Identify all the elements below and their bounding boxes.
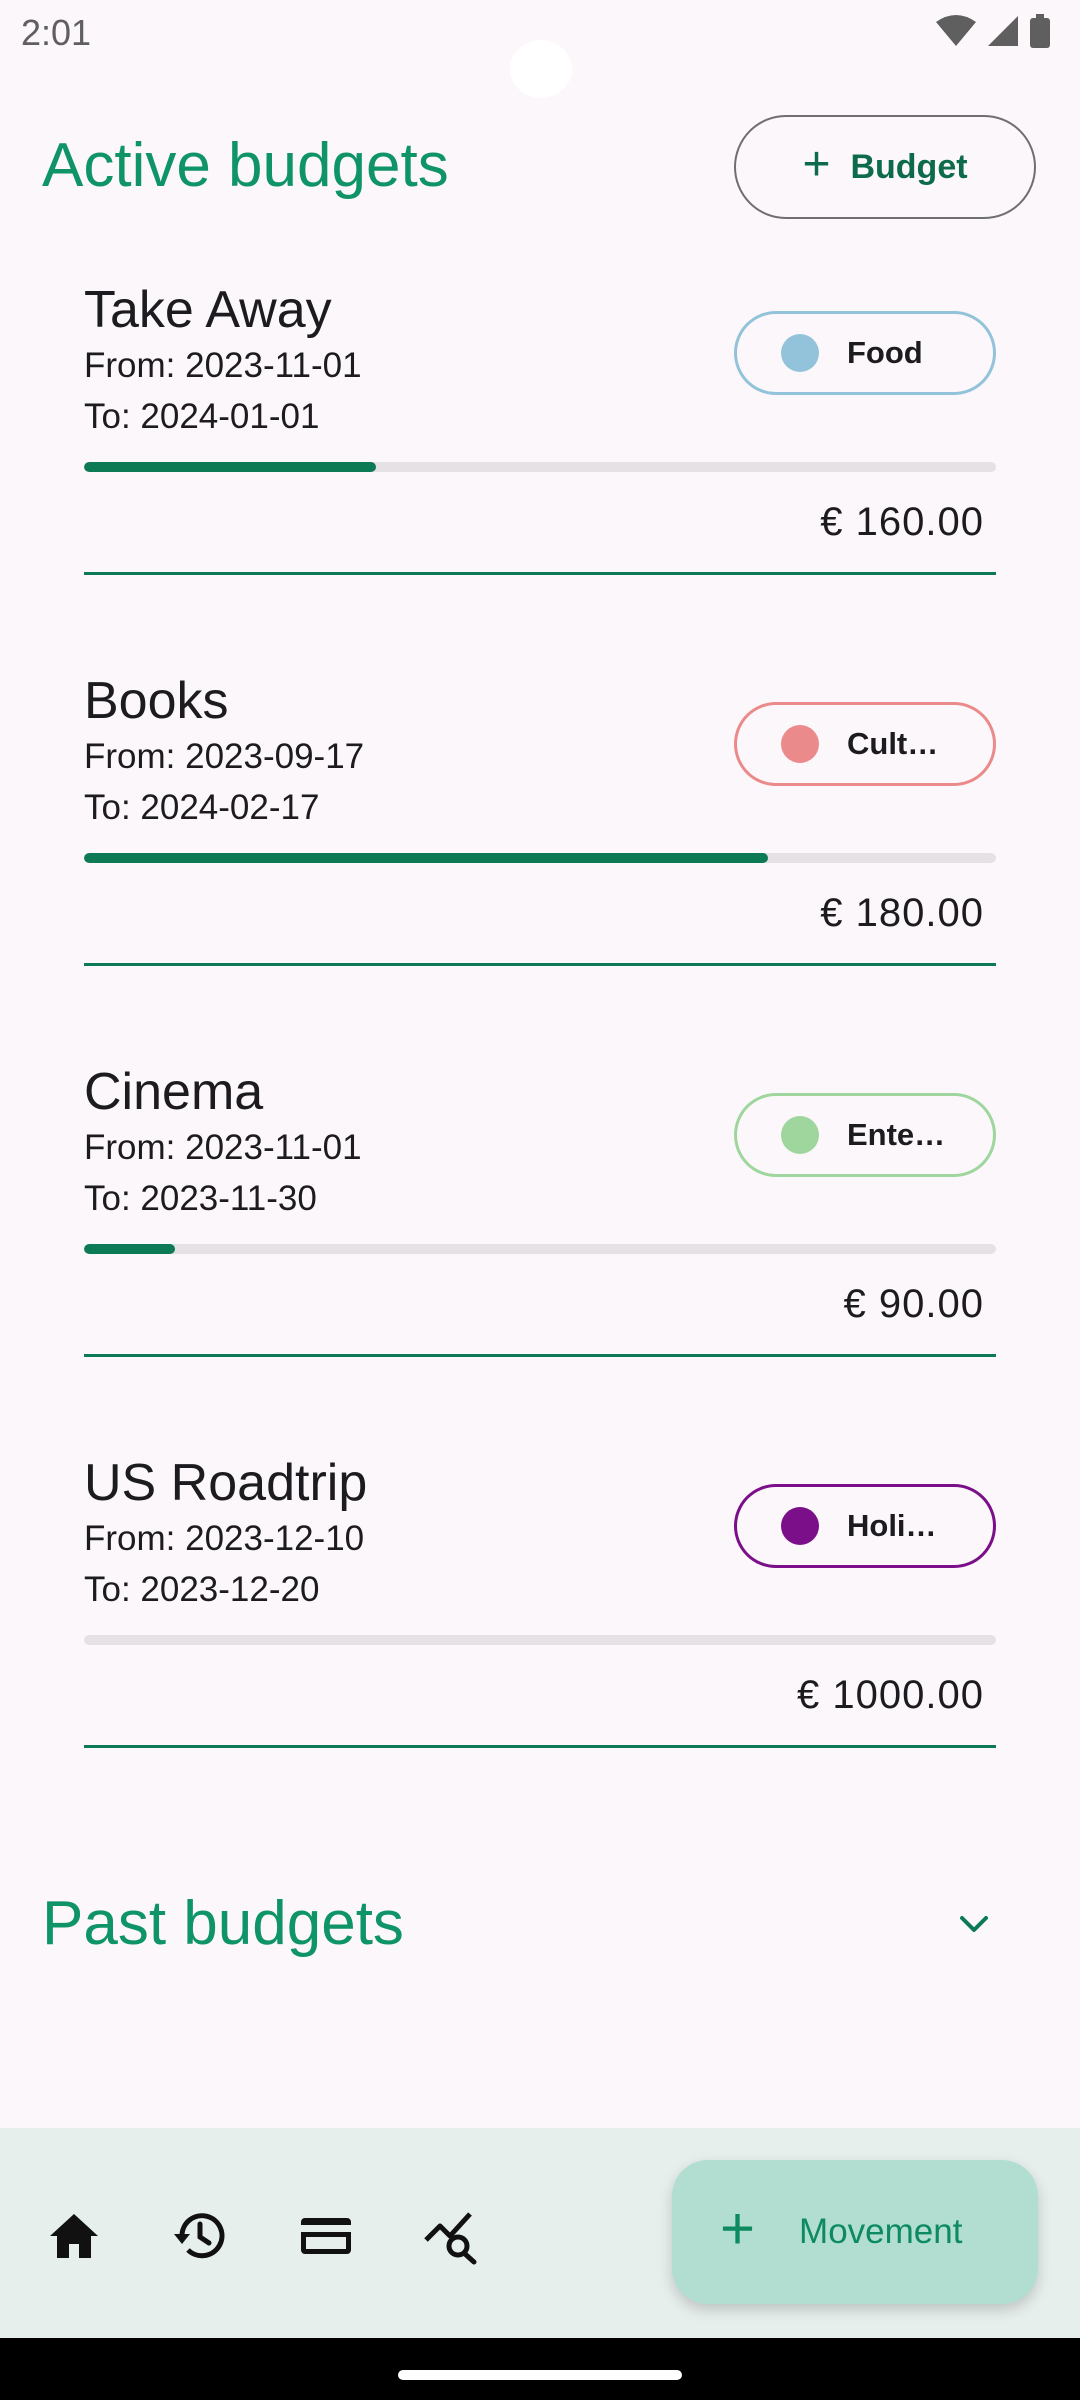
budget-from-date: From: 2023-11-01 [84, 1128, 362, 1167]
system-gesture-bar [0, 2338, 1080, 2400]
add-movement-label: Movement [799, 2212, 963, 2251]
budget-amount: € 90.00 [843, 1282, 984, 1326]
budget-to-date: To: 2023-11-30 [84, 1179, 317, 1218]
budget-from-date: From: 2023-12-10 [84, 1519, 365, 1558]
budget-to-date: To: 2024-02-17 [84, 788, 320, 827]
camera-cutout [510, 40, 572, 98]
past-budgets-toggle[interactable]: Past budgets [42, 1888, 1042, 1968]
status-time: 2:01 [21, 12, 92, 53]
battery-icon [1030, 14, 1050, 48]
budget-card[interactable]: Cinema From: 2023-11-01 To: 2023-11-30 E… [84, 1062, 996, 1382]
add-budget-label: Budget [850, 147, 968, 186]
category-chip[interactable]: Ente… [734, 1093, 996, 1177]
page-title: Active budgets [42, 131, 449, 200]
card-divider [84, 572, 996, 575]
budget-amount: € 1000.00 [797, 1673, 984, 1717]
budget-to-date: To: 2024-01-01 [84, 397, 320, 436]
category-color-dot [781, 1116, 819, 1154]
add-budget-button[interactable]: + Budget [734, 115, 1036, 219]
budget-progress-bar [84, 462, 996, 472]
budget-name: Take Away [84, 281, 332, 339]
budget-progress-fill [84, 853, 768, 863]
card-divider [84, 1745, 996, 1748]
budget-progress-bar [84, 1635, 996, 1645]
budget-progress-fill [84, 462, 376, 472]
analytics-search-icon[interactable] [422, 2206, 482, 2266]
status-icons [936, 14, 1050, 48]
category-color-dot [781, 1507, 819, 1545]
budget-name: Cinema [84, 1063, 264, 1121]
category-label: Food [847, 335, 923, 370]
plus-icon: + [802, 138, 831, 191]
home-icon[interactable] [44, 2206, 104, 2266]
budget-amount: € 180.00 [820, 891, 984, 935]
budget-card[interactable]: Take Away From: 2023-11-01 To: 2024-01-0… [84, 280, 996, 600]
signal-icon [988, 16, 1018, 46]
category-label: Ente… [847, 1117, 946, 1152]
category-label: Cult… [847, 726, 939, 761]
category-label: Holi… [847, 1508, 937, 1543]
budget-card[interactable]: Books From: 2023-09-17 To: 2024-02-17 Cu… [84, 671, 996, 991]
budget-progress-bar [84, 1244, 996, 1254]
add-movement-button[interactable]: + Movement [672, 2160, 1038, 2304]
budget-to-date: To: 2023-12-20 [84, 1570, 320, 1609]
card-icon[interactable] [296, 2206, 356, 2266]
category-chip[interactable]: Food [734, 311, 996, 395]
category-color-dot [781, 725, 819, 763]
budget-progress-bar [84, 853, 996, 863]
plus-icon: + [720, 2195, 756, 2262]
wifi-icon [936, 15, 976, 46]
category-color-dot [781, 334, 819, 372]
budget-progress-fill [84, 1244, 176, 1254]
budget-amount: € 160.00 [820, 500, 984, 544]
budget-name: Books [84, 672, 229, 730]
category-chip[interactable]: Holi… [734, 1484, 996, 1568]
past-budgets-title: Past budgets [42, 1889, 404, 1958]
chevron-down-icon[interactable] [954, 1904, 994, 1944]
budget-from-date: From: 2023-09-17 [84, 737, 365, 776]
history-icon[interactable] [170, 2206, 230, 2266]
category-chip[interactable]: Cult… [734, 702, 996, 786]
home-gesture-handle[interactable] [398, 2370, 682, 2380]
card-divider [84, 963, 996, 966]
card-divider [84, 1354, 996, 1357]
budget-name: US Roadtrip [84, 1454, 368, 1512]
budget-from-date: From: 2023-11-01 [84, 346, 362, 385]
budget-card[interactable]: US Roadtrip From: 2023-12-10 To: 2023-12… [84, 1453, 996, 1773]
